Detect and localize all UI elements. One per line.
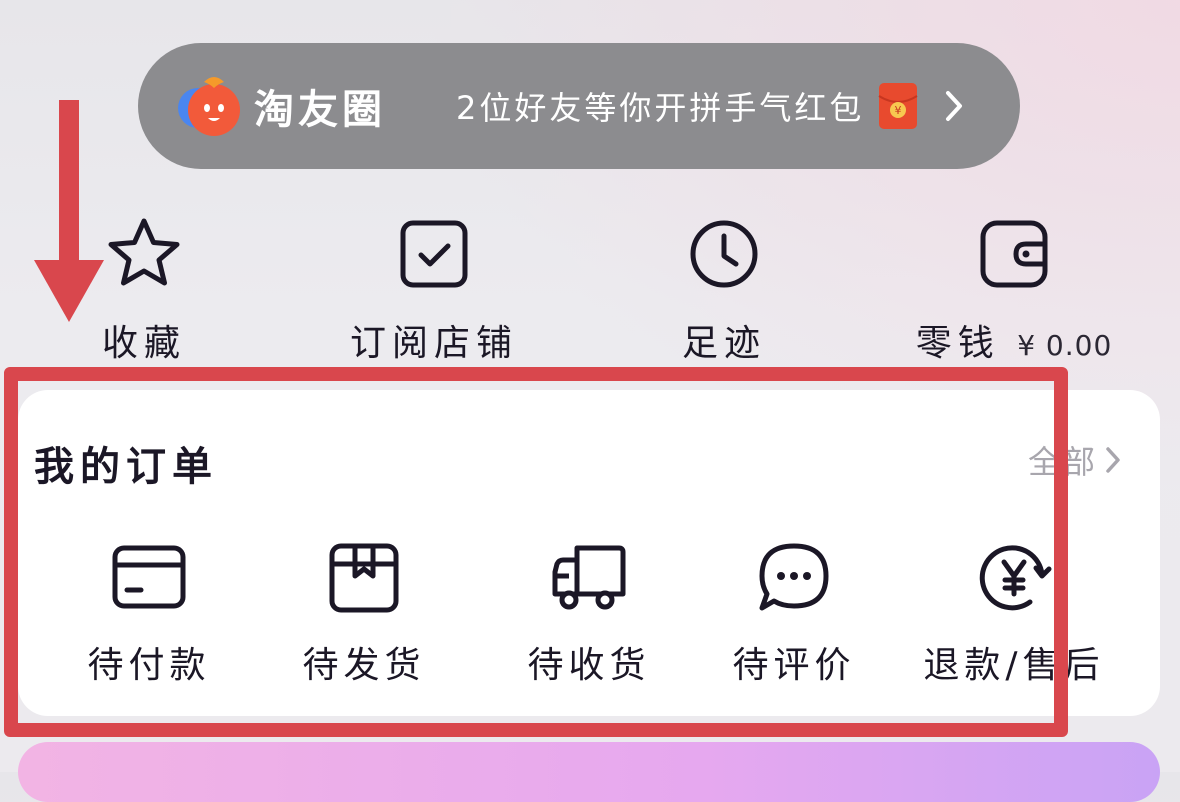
quick-action-wallet[interactable]: 零钱 ¥ 0.00: [914, 214, 1114, 364]
package-icon: [329, 543, 399, 613]
taoyouquan-logo-icon: [178, 77, 240, 136]
taoyouquan-banner[interactable]: 淘友圈 2位好友等你开拼手气红包 ¥: [138, 43, 1020, 169]
order-label: 待评价: [732, 645, 856, 686]
quick-action-label: 足迹: [681, 323, 766, 364]
order-pending-payment[interactable]: 待付款: [39, 538, 259, 688]
quick-action-label: 零钱 ¥ 0.00: [914, 314, 1114, 366]
wallet-icon: [980, 220, 1048, 288]
order-pending-review[interactable]: 待评价: [684, 538, 904, 688]
order-label: 待发货: [302, 645, 426, 686]
truck-icon: [552, 545, 626, 610]
clock-icon: [690, 220, 758, 288]
wallet-amount: ¥ 0.00: [1017, 329, 1113, 362]
quick-action-subscribed-shops[interactable]: 订阅店铺: [334, 214, 534, 364]
quick-action-label: 订阅店铺: [349, 323, 518, 364]
quick-action-footprints[interactable]: 足迹: [624, 214, 824, 364]
refund-yen-icon: [979, 545, 1052, 611]
chevron-right-icon: [1106, 447, 1120, 473]
banner-message: 2位好友等你开拼手气红包: [456, 89, 865, 127]
banner-brand: 淘友圈: [254, 87, 386, 133]
wallet-label: 零钱: [915, 323, 1000, 364]
order-label: 退款/售后: [923, 645, 1105, 686]
promo-card[interactable]: [18, 742, 1160, 802]
order-pending-receipt[interactable]: 待收货: [479, 538, 699, 688]
order-label: 待收货: [527, 645, 651, 686]
check-square-icon: [400, 220, 468, 288]
quick-action-favorites[interactable]: 收藏: [44, 214, 244, 364]
order-label: 待付款: [87, 645, 211, 686]
view-all-orders-link[interactable]: 全部: [1028, 438, 1122, 482]
star-icon: [108, 218, 180, 286]
order-pending-shipment[interactable]: 待发货: [254, 538, 474, 688]
quick-action-label: 收藏: [101, 323, 186, 364]
order-refund-after-sales[interactable]: 退款/售后: [904, 538, 1124, 688]
red-envelope-icon: ¥: [878, 83, 918, 129]
card-icon: [112, 545, 186, 609]
orders-title: 我的订单: [34, 444, 218, 490]
svg-text:¥: ¥: [895, 104, 902, 117]
chat-bubble-icon: [759, 543, 829, 611]
chevron-right-icon: [946, 91, 963, 121]
view-all-label: 全部: [1028, 443, 1099, 481]
